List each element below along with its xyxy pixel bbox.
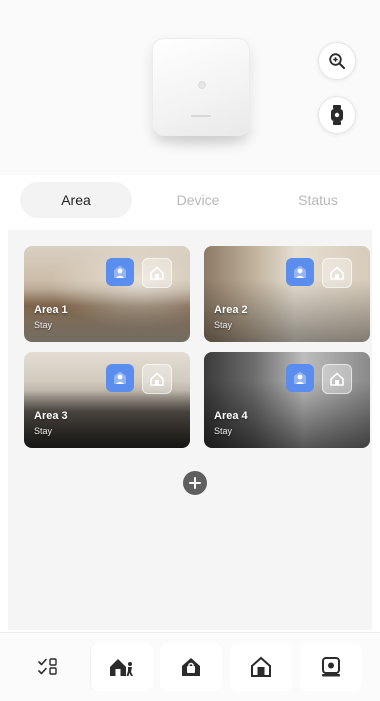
- disarm-icon: [110, 659, 133, 676]
- home-icon: [150, 372, 164, 386]
- area-status: Stay: [214, 426, 233, 436]
- alarm-hub-image: [152, 38, 250, 136]
- sos-button[interactable]: [300, 643, 362, 691]
- area-card-2[interactable]: Area 2 Stay: [204, 246, 370, 342]
- home-icon: [330, 266, 344, 280]
- area-home-button[interactable]: [142, 364, 172, 394]
- area-card-1[interactable]: Area 1 Stay: [24, 246, 190, 342]
- stay-arm-button[interactable]: [230, 643, 292, 691]
- home-icon: [150, 266, 164, 280]
- bottom-action-bar: [0, 632, 380, 701]
- area-grid: Area 1 Stay Area 2 Stay Area 3 Stay Area…: [8, 230, 372, 630]
- area-user-button[interactable]: [106, 258, 134, 286]
- add-area-button[interactable]: [183, 471, 207, 495]
- area-name: Area 3: [34, 410, 68, 422]
- user-icon: [114, 265, 126, 278]
- user-icon: [294, 265, 306, 278]
- area-home-button[interactable]: [142, 258, 172, 288]
- area-home-button[interactable]: [322, 364, 352, 394]
- area-user-button[interactable]: [286, 364, 314, 392]
- watch-button[interactable]: [318, 96, 356, 134]
- app-screen: Area Device Status Area 1 Stay Area 2 St…: [0, 0, 380, 701]
- zoom-button[interactable]: [318, 42, 356, 80]
- tab-device[interactable]: Device: [142, 182, 254, 218]
- plus-icon: [189, 477, 201, 489]
- hub-slot: [191, 115, 211, 117]
- area-status: Stay: [34, 426, 53, 436]
- stay-arm-icon: [251, 656, 271, 677]
- hub-led: [198, 81, 206, 89]
- area-user-button[interactable]: [106, 364, 134, 392]
- tab-area[interactable]: Area: [20, 182, 132, 218]
- area-card-3[interactable]: Area 3 Stay: [24, 352, 190, 448]
- batch-select-button[interactable]: [20, 643, 76, 691]
- area-name: Area 2: [214, 304, 248, 316]
- tab-bar: Area Device Status: [0, 176, 380, 224]
- batch-select-icon: [38, 658, 57, 675]
- away-arm-button[interactable]: [160, 643, 222, 691]
- disarm-button[interactable]: [90, 643, 153, 691]
- area-name: Area 4: [214, 410, 248, 422]
- tab-status[interactable]: Status: [262, 182, 374, 218]
- area-name: Area 1: [34, 304, 68, 316]
- hub-hero: [0, 0, 380, 175]
- zoom-in-icon: [329, 53, 345, 69]
- area-card-4[interactable]: Area 4 Stay: [204, 352, 370, 448]
- user-icon: [294, 371, 306, 384]
- area-status: Stay: [214, 320, 233, 330]
- area-status: Stay: [34, 320, 53, 330]
- away-arm-icon: [182, 658, 200, 676]
- user-icon: [114, 371, 126, 384]
- home-icon: [330, 372, 344, 386]
- sos-icon: [322, 657, 340, 677]
- area-home-button[interactable]: [322, 258, 352, 288]
- area-user-button[interactable]: [286, 258, 314, 286]
- watch-icon: [331, 105, 343, 125]
